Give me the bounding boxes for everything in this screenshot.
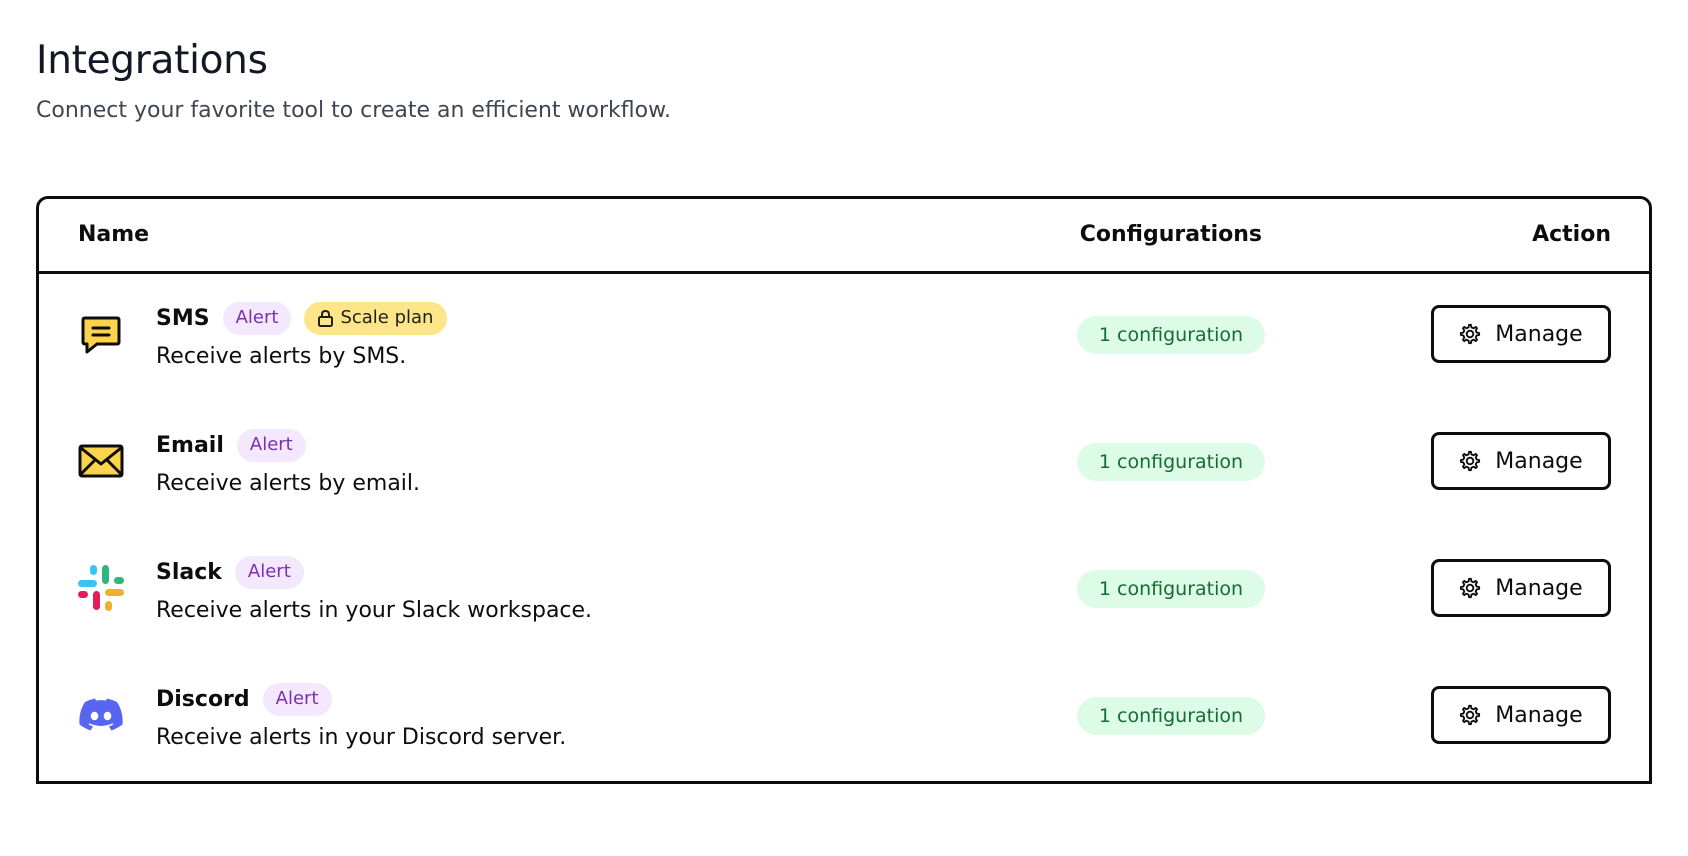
page-subtitle: Connect your favorite tool to create an … bbox=[36, 98, 672, 123]
lock-icon bbox=[318, 309, 334, 327]
manage-button-label: Manage bbox=[1495, 575, 1583, 601]
page-title: Integrations bbox=[36, 38, 268, 83]
integrations-table: Name Configurations Action SMS Alert Sca… bbox=[36, 196, 1652, 784]
integration-name: Slack bbox=[156, 560, 222, 585]
column-header-action: Action bbox=[1532, 222, 1611, 247]
manage-sms-button[interactable]: Manage bbox=[1431, 305, 1611, 363]
integration-description: Receive alerts by email. bbox=[156, 471, 421, 496]
gear-icon bbox=[1460, 577, 1481, 599]
manage-discord-button[interactable]: Manage bbox=[1431, 686, 1611, 744]
integration-name: Email bbox=[156, 433, 224, 458]
scale-plan-label: Scale plan bbox=[340, 307, 434, 328]
configuration-count-badge: 1 configuration bbox=[1077, 443, 1265, 481]
table-row-email: Email Alert Receive alerts by email. 1 c… bbox=[39, 401, 1649, 528]
slack-logo-icon bbox=[77, 564, 125, 612]
gear-icon bbox=[1460, 704, 1481, 726]
manage-button-label: Manage bbox=[1495, 702, 1583, 728]
manage-button-label: Manage bbox=[1495, 321, 1583, 347]
alert-badge: Alert bbox=[222, 302, 292, 335]
alert-badge: Alert bbox=[262, 683, 332, 716]
alert-badge: Alert bbox=[234, 556, 304, 589]
row-title: Discord Alert bbox=[156, 683, 332, 716]
alert-badge: Alert bbox=[236, 429, 306, 462]
table-row-sms: SMS Alert Scale plan Receive alerts by S… bbox=[39, 274, 1649, 401]
scale-plan-badge: Scale plan bbox=[304, 302, 448, 335]
gear-icon bbox=[1460, 323, 1481, 345]
integration-name: SMS bbox=[156, 306, 210, 331]
integration-description: Receive alerts in your Slack workspace. bbox=[156, 598, 593, 623]
row-title: SMS Alert Scale plan bbox=[156, 302, 448, 335]
manage-email-button[interactable]: Manage bbox=[1431, 432, 1611, 490]
configuration-count-badge: 1 configuration bbox=[1077, 570, 1265, 608]
manage-slack-button[interactable]: Manage bbox=[1431, 559, 1611, 617]
discord-logo-icon bbox=[77, 691, 125, 739]
integration-name: Discord bbox=[156, 687, 250, 712]
integration-description: Receive alerts in your Discord server. bbox=[156, 725, 567, 750]
table-header: Name Configurations Action bbox=[39, 199, 1649, 274]
manage-button-label: Manage bbox=[1495, 448, 1583, 474]
integration-description: Receive alerts by SMS. bbox=[156, 344, 407, 369]
column-header-configurations: Configurations bbox=[1079, 222, 1262, 247]
column-header-name: Name bbox=[78, 222, 150, 247]
row-title: Slack Alert bbox=[156, 556, 304, 589]
email-envelope-icon bbox=[77, 437, 125, 485]
gear-icon bbox=[1460, 450, 1481, 472]
configuration-count-badge: 1 configuration bbox=[1077, 316, 1265, 354]
row-title: Email Alert bbox=[156, 429, 306, 462]
configuration-count-badge: 1 configuration bbox=[1077, 697, 1265, 735]
table-row-slack: Slack Alert Receive alerts in your Slack… bbox=[39, 528, 1649, 655]
table-row-discord: Discord Alert Receive alerts in your Dis… bbox=[39, 655, 1649, 781]
sms-chat-icon bbox=[77, 310, 125, 358]
